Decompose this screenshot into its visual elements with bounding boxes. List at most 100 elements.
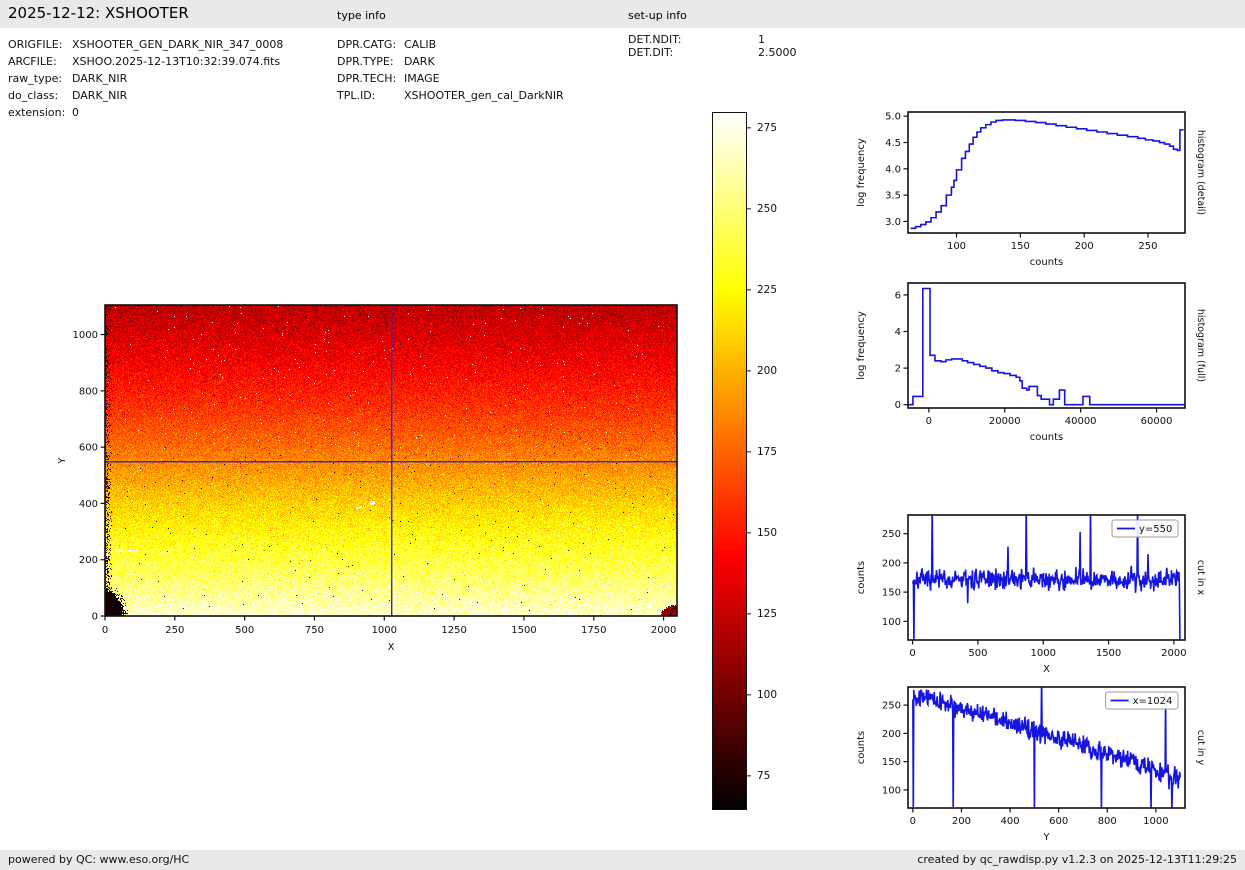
colorbar-tick-label: 100 (757, 689, 777, 701)
setup-info-column: DET.NDIT:1DET.DIT:2.5000 (628, 33, 797, 59)
svg-text:Y: Y (1042, 832, 1050, 843)
info-row: TPL.ID:XSHOOTER_gen_cal_DarkNIR (337, 87, 564, 104)
colorbar (712, 112, 747, 810)
colorbar-tick-label: 150 (757, 527, 777, 539)
svg-text:100: 100 (882, 785, 901, 796)
type-info-column: DPR.CATG:CALIBDPR.TYPE:DARKDPR.TECH:IMAG… (337, 36, 564, 104)
info-row: DPR.TYPE:DARK (337, 53, 564, 70)
svg-text:5.0: 5.0 (885, 112, 901, 123)
svg-text:X: X (1043, 664, 1050, 675)
colorbar-tickmark (746, 775, 751, 776)
plot-histogram-detail: 1001502002503.03.54.04.55.0countslog fre… (848, 96, 1245, 295)
svg-text:counts: counts (856, 731, 867, 764)
svg-text:40000: 40000 (1065, 416, 1097, 427)
svg-text:200: 200 (882, 729, 901, 740)
colorbar-tickmark (746, 289, 751, 290)
colorbar-tick-label: 175 (757, 446, 777, 458)
svg-text:2000: 2000 (1161, 648, 1186, 659)
svg-text:1250: 1250 (441, 625, 466, 636)
svg-text:y=550: y=550 (1139, 524, 1172, 535)
svg-text:800: 800 (79, 386, 98, 397)
info-row: ORIGFILE:XSHOOTER_GEN_DARK_NIR_347_0008 (8, 36, 283, 53)
svg-text:750: 750 (305, 625, 324, 636)
info-value: IMAGE (404, 72, 440, 85)
colorbar-tickmark (746, 613, 751, 614)
svg-text:3.5: 3.5 (885, 191, 901, 202)
svg-text:200: 200 (882, 558, 901, 569)
setup-info-section-label: set-up info (628, 9, 687, 22)
svg-text:6: 6 (895, 290, 901, 301)
info-label: DET.NDIT: (628, 33, 758, 46)
info-value: DARK_NIR (72, 89, 127, 102)
info-label: DET.DIT: (628, 46, 758, 59)
svg-text:0: 0 (926, 416, 932, 427)
svg-text:2000: 2000 (651, 625, 676, 636)
info-label: DPR.TYPE: (337, 53, 404, 70)
plot-cut-in-x: 0500100015002000100150200250Xcountscut i… (848, 499, 1245, 702)
svg-text:60000: 60000 (1141, 416, 1173, 427)
qc-report-page: 2025-12-12: XSHOOTER type info set-up in… (0, 0, 1245, 870)
info-row: DET.NDIT:1 (628, 33, 797, 46)
svg-text:1000: 1000 (1143, 816, 1168, 827)
colorbar-tick-label: 200 (757, 365, 777, 377)
info-row: raw_type:DARK_NIR (8, 70, 283, 87)
plot-cut-in-y: 02004006008001000100150200250Ycountscut … (848, 671, 1245, 870)
svg-text:1000: 1000 (372, 625, 397, 636)
svg-text:x=1024: x=1024 (1133, 696, 1173, 707)
svg-text:4.5: 4.5 (885, 138, 901, 149)
type-info-section-label: type info (337, 9, 386, 22)
svg-text:4: 4 (895, 327, 901, 338)
svg-text:2: 2 (895, 364, 901, 375)
info-value: 2.5000 (758, 46, 797, 59)
svg-text:600: 600 (79, 443, 98, 454)
svg-text:0: 0 (102, 625, 108, 636)
svg-text:200: 200 (1075, 241, 1094, 252)
file-info-column: ORIGFILE:XSHOOTER_GEN_DARK_NIR_347_0008A… (8, 36, 283, 121)
colorbar-tick-label: 275 (757, 122, 777, 134)
svg-text:250: 250 (1138, 241, 1157, 252)
colorbar-tickmark (746, 370, 751, 371)
svg-text:250: 250 (165, 625, 184, 636)
svg-text:3.0: 3.0 (885, 217, 901, 228)
colorbar-tickmark (746, 128, 751, 129)
svg-text:100: 100 (947, 241, 966, 252)
colorbar-tick-label: 125 (757, 608, 777, 620)
svg-text:800: 800 (1098, 816, 1117, 827)
svg-text:X: X (388, 642, 395, 653)
svg-text:1500: 1500 (511, 625, 536, 636)
svg-text:counts: counts (1030, 257, 1063, 268)
svg-text:log frequency: log frequency (856, 138, 867, 207)
svg-text:0: 0 (92, 612, 98, 623)
svg-text:1500: 1500 (1096, 648, 1121, 659)
colorbar-tick-label: 250 (757, 203, 777, 215)
svg-text:250: 250 (882, 701, 901, 712)
svg-text:Y: Y (57, 457, 68, 465)
colorbar-tick-label: 75 (757, 770, 770, 782)
svg-text:400: 400 (79, 499, 98, 510)
svg-text:20000: 20000 (989, 416, 1021, 427)
info-value: 0 (72, 106, 79, 119)
footer-created-by: created by qc_rawdisp.py v1.2.3 on 2025-… (917, 853, 1237, 866)
info-label: extension: (8, 104, 72, 121)
info-row: extension:0 (8, 104, 283, 121)
info-row: DPR.CATG:CALIB (337, 36, 564, 53)
svg-text:1750: 1750 (581, 625, 606, 636)
info-label: ORIGFILE: (8, 36, 72, 53)
plot-histogram-full: 02000040000600000246countslog frequencyh… (848, 267, 1245, 470)
svg-text:cut in y: cut in y (1195, 730, 1206, 766)
colorbar-tickmark (746, 208, 751, 209)
svg-text:150: 150 (882, 757, 901, 768)
svg-text:0: 0 (909, 648, 915, 659)
info-label: raw_type: (8, 70, 72, 87)
svg-text:200: 200 (952, 816, 971, 827)
info-label: do_class: (8, 87, 72, 104)
svg-text:600: 600 (1049, 816, 1068, 827)
svg-text:histogram (full): histogram (full) (1195, 309, 1206, 382)
svg-text:0: 0 (895, 400, 901, 411)
info-value: DARK (404, 55, 435, 68)
svg-text:histogram (detail): histogram (detail) (1195, 130, 1206, 215)
info-value: CALIB (404, 38, 436, 51)
colorbar-tickmark (746, 451, 751, 452)
svg-text:counts: counts (1030, 432, 1063, 443)
dark-frame-heatmap (105, 305, 677, 616)
